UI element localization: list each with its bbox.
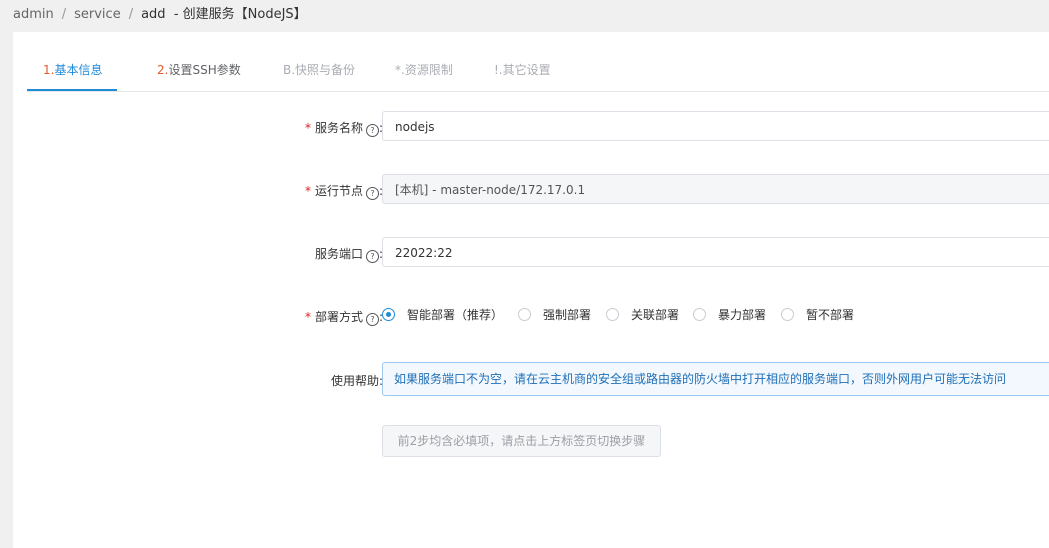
required-asterisk: *	[304, 184, 311, 198]
tab-label: !.其它设置	[494, 63, 551, 77]
form-card: 1.基本信息 2.设置SSH参数 B.快照与备份 *.资源限制 !.其它设置 *…	[13, 32, 1049, 548]
tab-ssh-settings[interactable]: 2.设置SSH参数	[157, 56, 241, 90]
breadcrumb-service[interactable]: service	[74, 7, 121, 22]
tab-number: 1.	[43, 63, 55, 77]
row-usage-help: 使用帮助: 如果服务端口不为空，请在云主机商的安全组或路由器的防火墙中打开相应的…	[13, 362, 1049, 396]
radio-dot	[693, 308, 706, 321]
run-node-field: [本机] - master-node/172.17.0.1	[382, 174, 1049, 204]
tab-resource-limits[interactable]: *.资源限制	[395, 56, 453, 90]
label-service-name: * 服务名称?:	[304, 121, 383, 137]
tab-number: 2.	[157, 63, 169, 77]
label-run-node: * 运行节点?:	[304, 184, 383, 200]
radio-label: 智能部署（推荐）	[407, 308, 504, 322]
tab-label: 基本信息	[54, 63, 103, 77]
label-text: 运行节点	[314, 184, 363, 198]
row-run-node: * 运行节点?: [本机] - master-node/172.17.0.1	[13, 174, 1049, 206]
page-title: - 创建服务【NodeJS】	[173, 7, 307, 22]
tab-label: *.资源限制	[395, 63, 453, 77]
row-service-port: 服务端口?: 22022:22	[13, 237, 1049, 269]
required-asterisk: *	[304, 310, 311, 324]
submit-hint-button: 前2步均含必填项，请点击上方标签页切换步骤	[382, 425, 661, 457]
row-deploy-mode: * 部署方式?: 智能部署（推荐） 强制部署 关联部署 暴力部署 暂不部署	[13, 305, 1049, 327]
tab-label: B.快照与备份	[283, 63, 356, 77]
breadcrumb-separator: /	[61, 7, 67, 22]
question-icon[interactable]: ?	[365, 124, 379, 137]
label-service-port: 服务端口?:	[314, 247, 383, 263]
radio-dot	[518, 308, 531, 321]
label-usage-help: 使用帮助:	[330, 374, 383, 388]
usage-help-text: 如果服务端口不为空，请在云主机商的安全组或路由器的防火墙中打开相应的服务端口，否…	[382, 362, 1049, 396]
step-tabs: 1.基本信息 2.设置SSH参数 B.快照与备份 *.资源限制 !.其它设置	[27, 56, 1049, 92]
radio-dot	[382, 308, 395, 321]
service-port-input[interactable]: 22022:22	[382, 237, 1049, 267]
required-asterisk: *	[304, 121, 311, 135]
tab-basic-info[interactable]: 1.基本信息	[43, 56, 102, 90]
breadcrumb-add: add	[141, 7, 166, 22]
question-icon[interactable]: ?	[365, 187, 379, 200]
tab-label: 设置SSH参数	[168, 63, 241, 77]
radio-label: 暂不部署	[806, 308, 855, 322]
row-service-name: * 服务名称?: nodejs	[13, 111, 1049, 143]
breadcrumb-separator: /	[128, 7, 134, 22]
breadcrumb-admin[interactable]: admin	[13, 7, 54, 22]
label-deploy-mode: * 部署方式?:	[304, 310, 383, 326]
label-text: 部署方式	[314, 310, 363, 324]
tab-other-settings[interactable]: !.其它设置	[494, 56, 551, 90]
tab-snapshot-backup[interactable]: B.快照与备份	[283, 56, 355, 90]
radio-label: 暴力部署	[718, 308, 767, 322]
radio-label: 关联部署	[631, 308, 680, 322]
label-text: 服务端口	[314, 247, 363, 261]
active-tab-indicator	[27, 89, 117, 91]
breadcrumb: admin / service / add - 创建服务【NodeJS】	[13, 6, 307, 24]
radio-label: 强制部署	[543, 308, 592, 322]
radio-dot	[606, 308, 619, 321]
label-text: 服务名称	[314, 121, 363, 135]
service-name-input[interactable]: nodejs	[382, 111, 1049, 141]
question-icon[interactable]: ?	[365, 250, 379, 263]
question-icon[interactable]: ?	[365, 313, 379, 326]
radio-dot	[781, 308, 794, 321]
